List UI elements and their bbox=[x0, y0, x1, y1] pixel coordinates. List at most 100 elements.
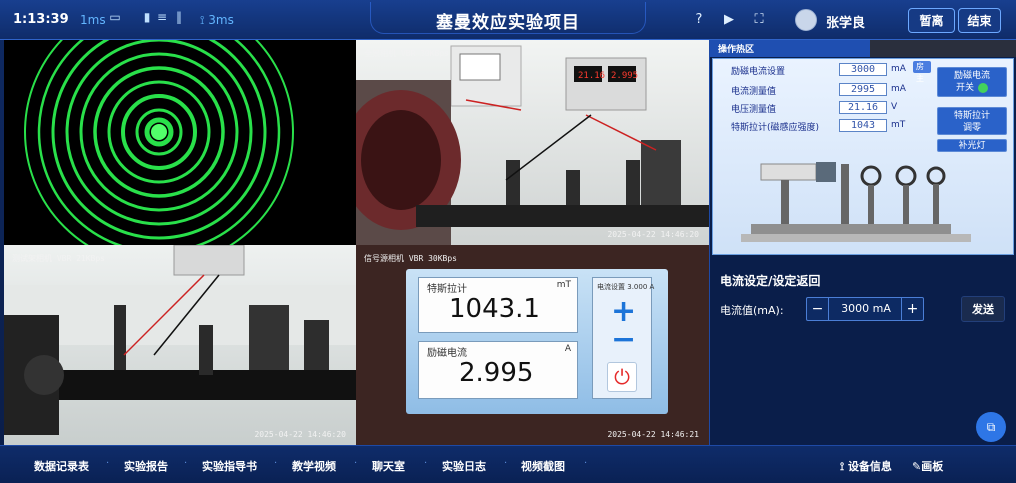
nav-chat[interactable]: 聊天室 bbox=[372, 458, 405, 474]
monitor-label: 特斯拉计(磁感应强度) bbox=[731, 123, 820, 133]
nav-screenshot[interactable]: 视频截图 bbox=[521, 458, 565, 474]
monitor-unit: mA bbox=[891, 64, 906, 74]
fill-light-button[interactable]: 补光灯 bbox=[937, 139, 1007, 152]
monitor-value: 2995 bbox=[839, 83, 887, 96]
pause-icon: ‖ bbox=[176, 10, 182, 24]
current-setting-input[interactable]: 3000 bbox=[839, 63, 887, 76]
send-button[interactable]: 发送 bbox=[961, 296, 1005, 322]
nav-separator: · bbox=[274, 458, 278, 469]
nav-separator: · bbox=[584, 458, 588, 469]
username: 张学良 bbox=[826, 16, 866, 31]
bottom-nav: 数据记录表 · 实验报告 · 实验指导书 · 教学视频 · 聊天室 · 实验日志… bbox=[0, 445, 1016, 483]
hotzone-title: 操作热区 bbox=[718, 45, 755, 55]
power-icon: ⏻ bbox=[607, 362, 637, 392]
camera-timestamp: 2025-04-22 14:46:20 bbox=[607, 230, 699, 239]
pen-icon: ✎ bbox=[912, 460, 922, 473]
camera-timestamp: 2025-04-22 14:46:20 bbox=[254, 430, 346, 439]
current-setting-title: 电流设定/设定返回 bbox=[720, 274, 821, 288]
monitor-row: 励磁电流设置 3000 mA 房主 bbox=[727, 61, 931, 83]
tesla-zero-button[interactable]: 特斯拉计 调零 bbox=[937, 107, 1007, 135]
monitor-row: 特斯拉计(磁感应强度) 1043 mT bbox=[727, 119, 931, 133]
nav-separator: · bbox=[354, 458, 358, 469]
signal-indicator: ⟟ 3ms bbox=[200, 13, 234, 27]
tesla-unit: mT bbox=[556, 280, 571, 290]
minus-icon: − bbox=[611, 322, 637, 357]
device-info-icon: ⟟ bbox=[840, 460, 845, 473]
tesla-label: 特斯拉计 bbox=[427, 284, 467, 295]
list-icon: ≡ bbox=[156, 10, 168, 24]
operation-hotzone: 励磁电流设置 3000 mA 房主 电流测量值 2995 mA 电压测量值 21… bbox=[712, 58, 1014, 255]
monitor-unit: V bbox=[891, 102, 898, 112]
monitor-unit: mT bbox=[891, 120, 906, 130]
title-wrap: 塞曼效应实验项目 bbox=[350, 0, 666, 40]
session-timer: 1:13:39 bbox=[13, 12, 69, 27]
nav-report[interactable]: 实验报告 bbox=[124, 458, 168, 474]
optical-bench-diagram bbox=[741, 162, 971, 242]
latency-indicator: 1ms bbox=[80, 13, 106, 27]
hotzone-tab-blank bbox=[870, 40, 1016, 57]
whiteboard-button[interactable]: ✎画板 bbox=[912, 458, 943, 474]
pause-button[interactable]: 暂离 bbox=[908, 8, 955, 33]
camera-label: 全景相机 VBR 30KBps bbox=[364, 49, 449, 58]
current-value-input[interactable]: 3000 mA bbox=[829, 298, 903, 320]
camera-view-interference[interactable] bbox=[4, 40, 356, 245]
decrement-button[interactable]: − bbox=[807, 298, 829, 320]
nav-guide[interactable]: 实验指导书 bbox=[202, 458, 257, 474]
nav-data-table[interactable]: 数据记录表 bbox=[34, 458, 89, 474]
power-setting-value: 3.000 A bbox=[627, 283, 655, 291]
end-button[interactable]: 结束 bbox=[958, 8, 1001, 33]
help-icon[interactable]: ? bbox=[690, 11, 708, 29]
device-info-button[interactable]: ⟟ 设备信息 bbox=[840, 458, 892, 474]
monitor-row: 电流测量值 2995 mA bbox=[727, 83, 931, 97]
camera-view-signal-source[interactable]: 信号源相机 VBR 30KBps 特斯拉计 mT 1043.1 励磁电流 A 2… bbox=[356, 245, 709, 445]
switch-toggle-icon bbox=[978, 82, 988, 93]
nav-teaching-video[interactable]: 教学视频 bbox=[292, 458, 336, 474]
device-screen: 特斯拉计 mT 1043.1 励磁电流 A 2.995 电流设置 3.000 A… bbox=[406, 269, 668, 414]
nav-log[interactable]: 实验日志 bbox=[442, 458, 486, 474]
monitor-icon: ▭ bbox=[109, 10, 121, 24]
current-readout: 励磁电流 A 2.995 bbox=[418, 341, 578, 399]
power-setting: 电流设置 3.000 A bbox=[597, 282, 654, 292]
monitor-value: 1043 bbox=[839, 119, 887, 132]
control-column: 电流设置 3.000 A + − ⏻ bbox=[592, 277, 654, 399]
tesla-readout: 特斯拉计 mT 1043.1 bbox=[418, 277, 578, 333]
monitor-value: 21.16 bbox=[839, 101, 887, 114]
camera-view-test-stand[interactable]: 测试架相机 VBR 21KBps 2025-04-22 14:46:20 bbox=[4, 245, 356, 445]
monitor-panel: 励磁电流设置 3000 mA 房主 电流测量值 2995 mA 电压测量值 21… bbox=[727, 61, 931, 143]
monitor-label: 电流测量值 bbox=[731, 87, 777, 97]
svg-text:2.995: 2.995 bbox=[611, 71, 638, 81]
camera-view-panoramic[interactable]: 21.16 2.995 全景相机 VBR 30KBps 2025-04-22 1… bbox=[356, 40, 709, 245]
device-info-label: 设备信息 bbox=[847, 460, 892, 473]
current-value: 2.995 bbox=[459, 358, 534, 388]
tesla-value: 1043.1 bbox=[449, 294, 540, 324]
hotzone-header: 操作热区 bbox=[710, 40, 1016, 57]
monitor-unit: mA bbox=[891, 84, 906, 94]
fullscreen-icon[interactable]: ⛶ bbox=[750, 11, 768, 29]
plus-icon: + bbox=[611, 294, 637, 329]
host-badge: 房主 bbox=[913, 61, 931, 83]
right-panel: 操作热区 励磁电流设置 3000 mA 房主 电流测量值 2995 mA 电压测… bbox=[709, 40, 1016, 445]
increment-button[interactable]: + bbox=[901, 298, 923, 320]
signal-bars-icon: ▮ bbox=[143, 10, 151, 24]
current-stepper: − 3000 mA + bbox=[806, 297, 924, 321]
signal-value: 3ms bbox=[208, 13, 234, 27]
nav-separator: · bbox=[504, 458, 508, 469]
power-setting-label: 电流设置 bbox=[597, 283, 625, 291]
panoramic-scene: 21.16 2.995 bbox=[356, 45, 709, 245]
nav-separator: · bbox=[424, 458, 428, 469]
interference-pattern bbox=[24, 40, 294, 245]
excitation-switch-button[interactable]: 励磁电流 开关 bbox=[937, 67, 1007, 97]
avatar bbox=[795, 9, 817, 31]
current-setting-section: 电流设定/设定返回 电流值(mA): − 3000 mA + 发送 ⧉ bbox=[710, 262, 1016, 445]
nav-separator: · bbox=[106, 458, 110, 469]
floating-action-icon[interactable]: ⧉ bbox=[976, 412, 1006, 442]
camera-icon[interactable]: ▶ bbox=[720, 11, 738, 29]
page-title: 塞曼效应实验项目 bbox=[436, 12, 580, 33]
test-stand-scene bbox=[4, 245, 356, 435]
current-field-label: 电流值(mA): bbox=[720, 304, 784, 317]
nav-separator: · bbox=[184, 458, 188, 469]
svg-text:21.16: 21.16 bbox=[578, 71, 605, 81]
app-root: 1:13:39 1ms ▭ ▮ ≡ ‖ ⟟ 3ms 塞曼效应实验项目 ? ▶ ⛶… bbox=[0, 0, 1016, 483]
monitor-label: 励磁电流设置 bbox=[731, 67, 786, 77]
whiteboard-label: 画板 bbox=[921, 460, 944, 473]
